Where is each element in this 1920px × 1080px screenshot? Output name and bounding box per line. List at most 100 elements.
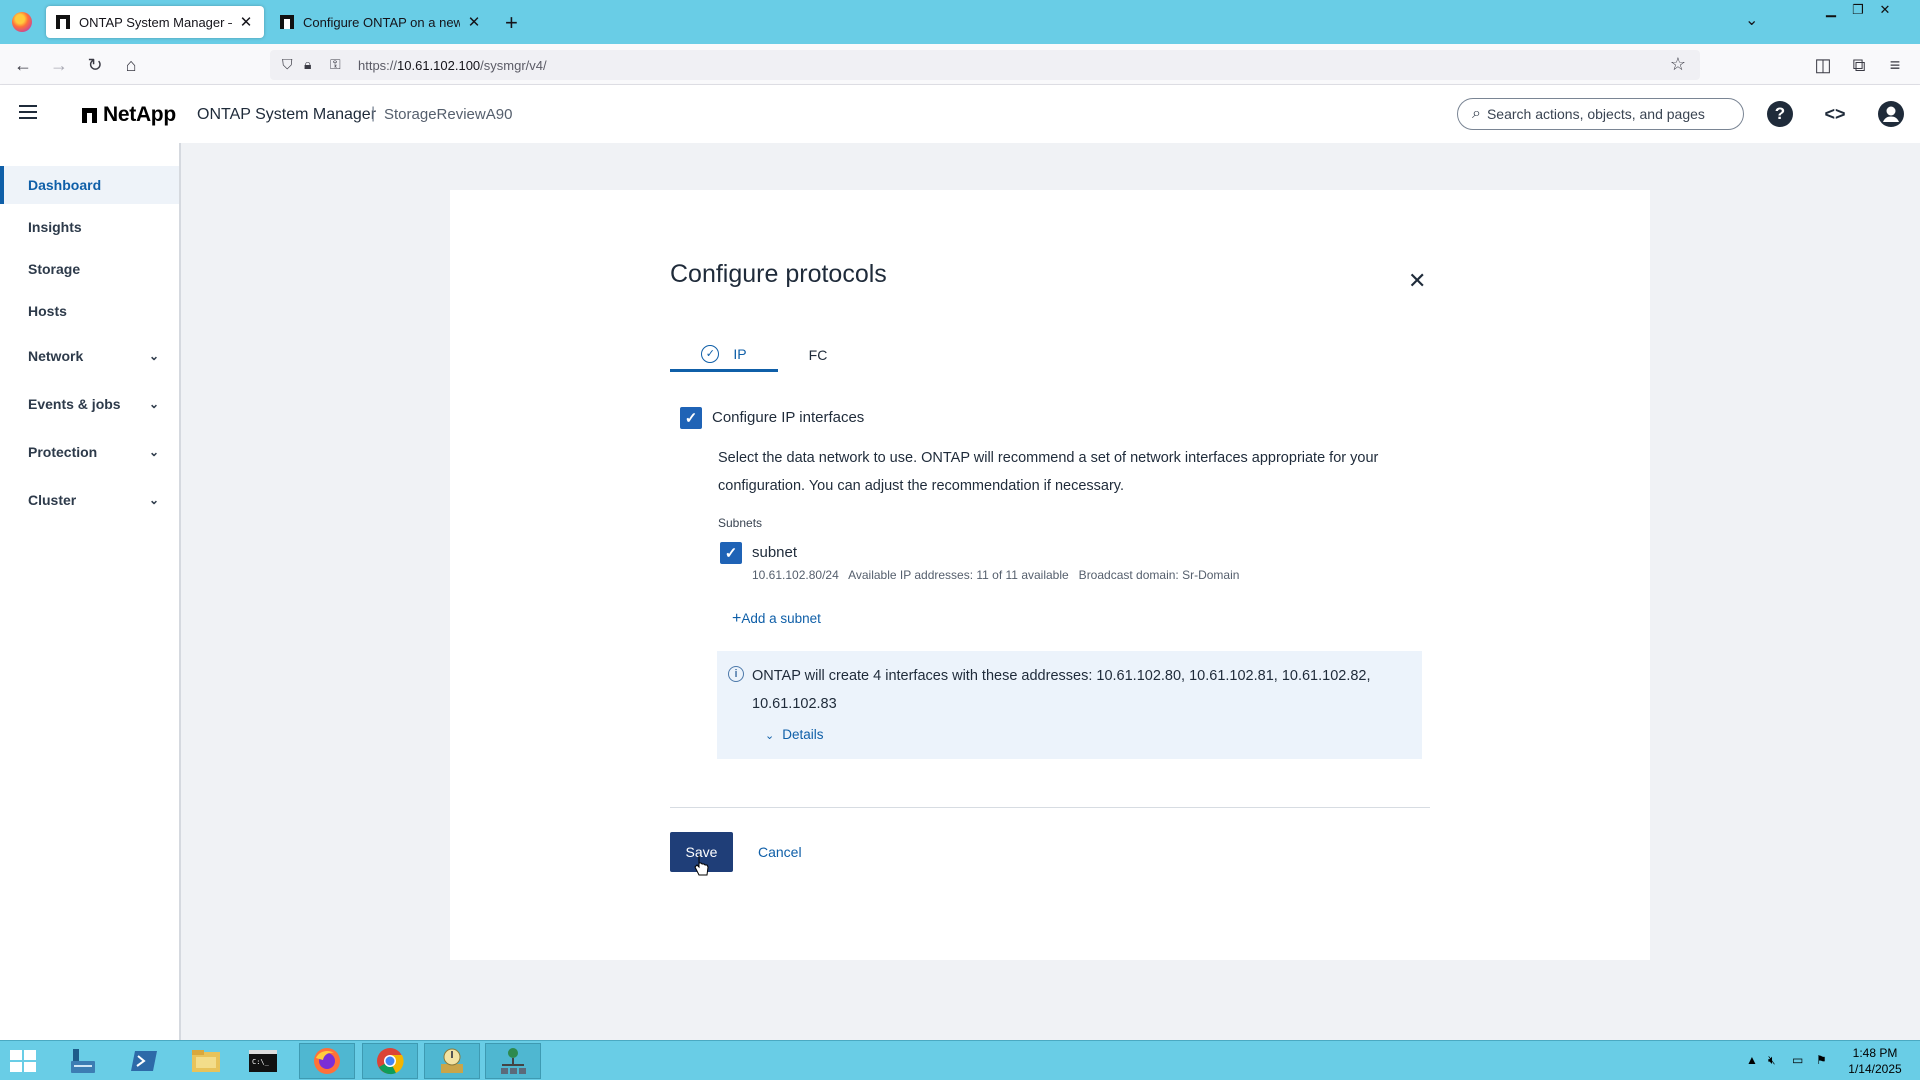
mouse-cursor-icon xyxy=(694,855,709,876)
add-subnet-link[interactable]: +Add a subnet xyxy=(732,610,821,628)
app-header: NetApp ONTAP System Manager | StorageRev… xyxy=(0,85,1920,143)
sidebar-item-label: Storage xyxy=(28,261,81,277)
details-label: Details xyxy=(782,727,824,742)
taskbar-tool-icon[interactable] xyxy=(424,1043,480,1079)
pocket-icon[interactable]: ◫ xyxy=(1810,52,1836,78)
taskbar-chrome-icon[interactable] xyxy=(362,1043,418,1079)
home-icon[interactable]: ⌂ xyxy=(118,52,144,78)
configure-ip-checkbox[interactable]: ✓ xyxy=(680,407,702,429)
netapp-logo[interactable]: NetApp xyxy=(82,103,176,127)
forward-icon[interactable]: → xyxy=(46,52,72,78)
help-icon[interactable]: ? xyxy=(1767,101,1793,127)
subnet-details: 10.61.102.80/24 Available IP addresses: … xyxy=(752,568,1240,582)
sidebar-item-label: Network xyxy=(28,348,84,364)
url-prefix: https:// xyxy=(358,58,398,73)
tab-ip[interactable]: ✓ IP xyxy=(670,338,778,372)
bookmark-star-icon[interactable]: ☆ xyxy=(1670,54,1686,75)
cancel-button[interactable]: Cancel xyxy=(758,844,802,860)
tray-network-icon[interactable]: ▭ xyxy=(1792,1053,1803,1067)
add-subnet-label: Add a subnet xyxy=(741,611,821,626)
file-explorer-icon[interactable] xyxy=(178,1043,234,1079)
tray-speaker-icon[interactable]: 🔇︎ xyxy=(1768,1053,1776,1068)
extensions-icon[interactable]: ⧉ xyxy=(1846,52,1872,78)
sidebar-item-cluster[interactable]: Cluster ⌄ xyxy=(0,481,179,519)
shield-icon[interactable]: ⛉ xyxy=(282,56,293,73)
key-icon[interactable]: ⚿ xyxy=(330,56,341,73)
taskbar-network-icon[interactable] xyxy=(485,1043,541,1079)
clock-time: 1:48 PM xyxy=(1852,1046,1898,1060)
subnet-name: subnet xyxy=(752,544,798,561)
close-window-icon[interactable]: ✕ xyxy=(1872,0,1898,20)
info-line: ONTAP will create 4 interfaces with thes… xyxy=(752,668,1371,684)
sidebar-item-label: Events & jobs xyxy=(28,396,121,412)
tray-security-icon[interactable]: ⚑ xyxy=(1816,1053,1827,1067)
sidebar-item-storage[interactable]: Storage xyxy=(0,250,179,288)
title-separator: | xyxy=(371,105,376,122)
list-tabs-chevron-icon[interactable]: ⌄ xyxy=(1745,10,1758,30)
close-dialog-icon[interactable]: ✕ xyxy=(1408,268,1426,294)
chevron-down-icon: ⌄ xyxy=(148,397,159,411)
cluster-name: StorageReviewA90 xyxy=(384,106,513,123)
tab-fc[interactable]: FC xyxy=(800,338,836,372)
search-input[interactable]: ⌕ Search actions, objects, and pages xyxy=(1457,98,1744,130)
taskbar-firefox-icon[interactable] xyxy=(299,1043,355,1079)
url-bar[interactable]: ⛉ 🔒︎ ⚿ https://10.61.102.100/sysmgr/v4/ … xyxy=(270,50,1700,80)
sidebar-item-network[interactable]: Network ⌄ xyxy=(0,337,179,375)
description-line: Select the data network to use. ONTAP wi… xyxy=(718,450,1379,466)
back-icon[interactable]: ← xyxy=(10,52,36,78)
url-host: 10.61.102.100 xyxy=(397,58,481,73)
chevron-down-icon: ⌄ xyxy=(765,730,775,742)
taskbar-clock[interactable]: 1:48 PM 1/14/2025 xyxy=(1840,1045,1910,1077)
subnet-checkbox[interactable]: ✓ xyxy=(720,542,742,564)
info-icon: i xyxy=(728,666,744,682)
chevron-down-icon: ⌄ xyxy=(148,445,159,459)
sidebar-item-insights[interactable]: Insights xyxy=(0,208,179,246)
netapp-favicon-icon xyxy=(56,15,70,29)
windows-taskbar: C:\_ ▲ 🔇︎ ▭ ⚑ 1:48 PM 1/14/2025 xyxy=(0,1040,1920,1080)
powershell-icon[interactable] xyxy=(116,1043,172,1079)
plus-icon: + xyxy=(732,610,742,627)
brand-name: NetApp xyxy=(103,103,176,126)
sidebar-item-protection[interactable]: Protection ⌄ xyxy=(0,433,179,471)
configure-ip-label: Configure IP interfaces xyxy=(712,409,865,426)
tray-expand-icon[interactable]: ▲ xyxy=(1746,1053,1758,1067)
sidebar-item-label: Cluster xyxy=(28,492,77,508)
command-prompt-icon[interactable]: C:\_ xyxy=(235,1043,291,1079)
netapp-mark-icon xyxy=(82,107,97,123)
tab-label: FC xyxy=(808,347,828,363)
tab-label: IP xyxy=(733,345,747,362)
firefox-icon[interactable] xyxy=(12,12,32,32)
new-tab-icon[interactable]: + xyxy=(505,10,518,36)
chevron-down-icon: ⌄ xyxy=(148,349,159,363)
url-text[interactable]: https://10.61.102.100/sysmgr/v4/ xyxy=(358,58,547,73)
sidebar-item-dashboard[interactable]: Dashboard xyxy=(0,166,179,204)
svg-text:C:\_: C:\_ xyxy=(252,1058,270,1066)
menu-icon[interactable]: ≡ xyxy=(1882,52,1908,78)
hamburger-menu-icon[interactable] xyxy=(19,105,37,119)
close-tab-icon[interactable]: ✕ xyxy=(238,13,254,31)
sidebar-item-label: Insights xyxy=(28,219,82,235)
details-toggle[interactable]: ⌄ Details xyxy=(765,727,823,742)
close-tab-icon[interactable]: ✕ xyxy=(466,13,482,31)
divider xyxy=(670,807,1430,808)
browser-tab-ontap[interactable]: ONTAP System Manager — Da ✕ xyxy=(46,6,264,38)
tab-title: Configure ONTAP on a new clu xyxy=(303,14,460,30)
sidebar-item-hosts[interactable]: Hosts xyxy=(0,292,179,330)
sidebar-item-events-jobs[interactable]: Events & jobs ⌄ xyxy=(0,385,179,423)
reload-icon[interactable]: ↻ xyxy=(82,52,108,78)
url-path: /sysmgr/v4/ xyxy=(480,58,547,73)
server-manager-icon[interactable] xyxy=(54,1043,110,1079)
minimize-window-icon[interactable]: ▁ xyxy=(1818,0,1844,20)
sidebar: Dashboard Insights Storage Hosts Network… xyxy=(0,143,181,1040)
info-line: 10.61.102.83 xyxy=(752,696,837,712)
browser-tab-configure[interactable]: Configure ONTAP on a new clu ✕ xyxy=(270,6,492,38)
code-icon[interactable]: <> xyxy=(1822,101,1848,127)
lock-icon[interactable]: 🔒︎ xyxy=(304,56,311,73)
windows-start-icon[interactable] xyxy=(10,1050,36,1072)
restore-window-icon[interactable]: ❐ xyxy=(1845,0,1871,20)
user-account-icon[interactable] xyxy=(1878,101,1904,127)
description-line: configuration. You can adjust the recomm… xyxy=(718,478,1124,494)
browser-nav-bar: ← → ↻ ⌂ ⛉ 🔒︎ ⚿ https://10.61.102.100/sys… xyxy=(0,44,1920,85)
tab-title: ONTAP System Manager — Da xyxy=(79,14,232,30)
subnets-heading: Subnets xyxy=(718,516,763,530)
